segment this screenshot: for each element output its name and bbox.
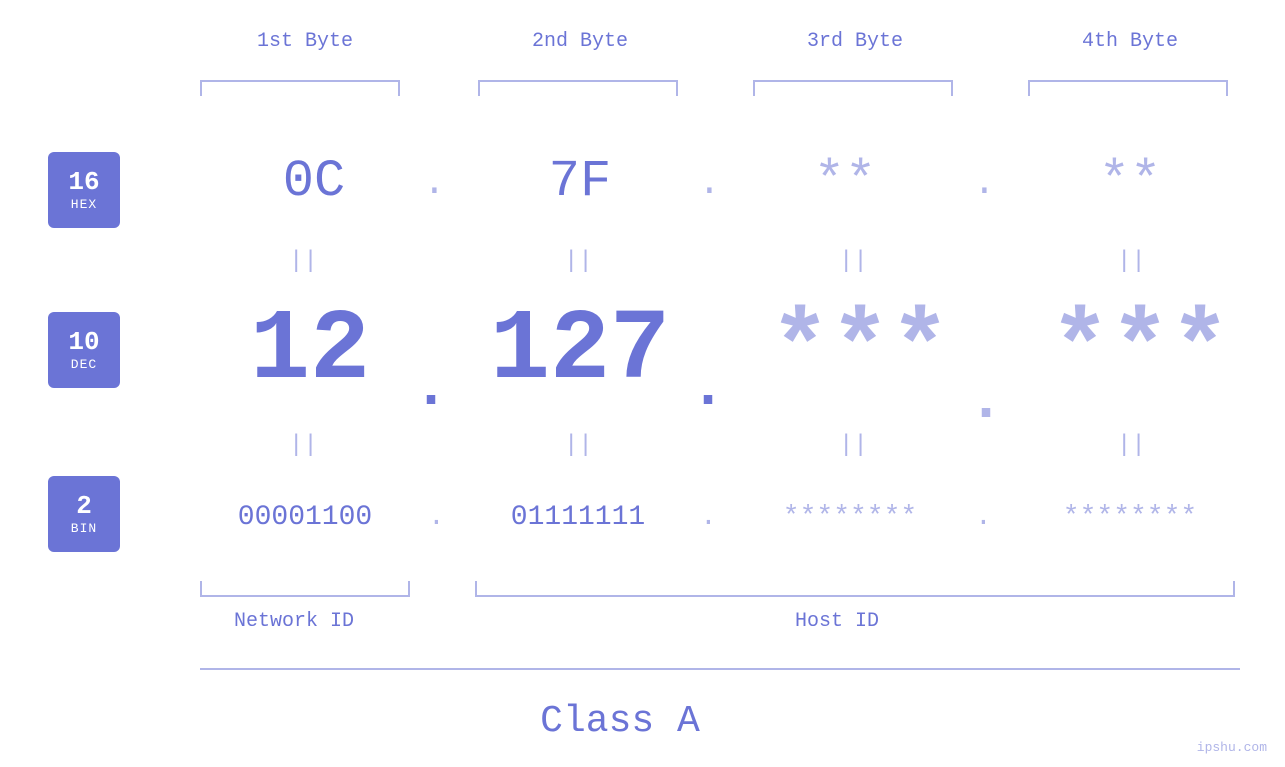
eq-hex-dec-3: || (839, 248, 868, 275)
bin-dot-1: . (428, 502, 445, 533)
hex-val-1: 0C (224, 152, 404, 211)
bin-val-1: 00001100 (195, 502, 415, 533)
hex-val-4: ** (1060, 152, 1200, 211)
bin-dot-2: . (700, 502, 717, 533)
dec-dot-3: . (968, 368, 1004, 436)
dec-val-2: 127 (470, 295, 690, 408)
bracket-col1 (200, 80, 400, 96)
eq-dec-bin-1: || (289, 432, 318, 459)
network-id-label: Network ID (234, 610, 354, 633)
col3-header: 3rd Byte (745, 30, 965, 53)
bin-val-4: ******** (1020, 502, 1240, 533)
host-id-label: Host ID (795, 610, 879, 633)
hex-val-3: ** (775, 152, 915, 211)
bin-badge-label: BIN (71, 521, 97, 536)
bracket-col4 (1028, 80, 1228, 96)
page: 1st Byte 2nd Byte 3rd Byte 4th Byte 16 H… (0, 0, 1285, 767)
eq-hex-dec-1: || (289, 248, 318, 275)
hex-badge: 16 HEX (48, 152, 120, 228)
dec-badge-label: DEC (71, 357, 97, 372)
dec-val-3: *** (740, 295, 980, 408)
class-label: Class A (0, 700, 1240, 743)
dec-dot-1: . (413, 355, 449, 423)
network-bracket (200, 581, 410, 597)
col2-header: 2nd Byte (470, 30, 690, 53)
dec-val-4: *** (1030, 295, 1250, 408)
dec-dot-2: . (690, 355, 726, 423)
watermark: ipshu.com (1197, 740, 1267, 755)
hex-badge-label: HEX (71, 197, 97, 212)
bracket-col3 (753, 80, 953, 96)
bin-dot-3: . (975, 502, 992, 533)
eq-dec-bin-4: || (1117, 432, 1146, 459)
eq-hex-dec-4: || (1117, 248, 1146, 275)
hex-dot-3: . (973, 162, 996, 205)
host-bracket (475, 581, 1235, 597)
hex-val-2: 7F (500, 152, 660, 211)
col1-header: 1st Byte (195, 30, 415, 53)
bin-badge: 2 BIN (48, 476, 120, 552)
bin-badge-number: 2 (76, 492, 92, 521)
bin-val-3: ******** (740, 502, 960, 533)
dec-val-1: 12 (200, 295, 420, 408)
eq-hex-dec-2: || (564, 248, 593, 275)
dec-badge-number: 10 (68, 328, 99, 357)
bracket-col2 (478, 80, 678, 96)
hex-badge-number: 16 (68, 168, 99, 197)
eq-dec-bin-3: || (839, 432, 868, 459)
eq-dec-bin-2: || (564, 432, 593, 459)
bottom-line (200, 668, 1240, 670)
dec-badge: 10 DEC (48, 312, 120, 388)
bin-val-2: 01111111 (468, 502, 688, 533)
hex-dot-1: . (423, 162, 446, 205)
hex-dot-2: . (698, 162, 721, 205)
col4-header: 4th Byte (1020, 30, 1240, 53)
